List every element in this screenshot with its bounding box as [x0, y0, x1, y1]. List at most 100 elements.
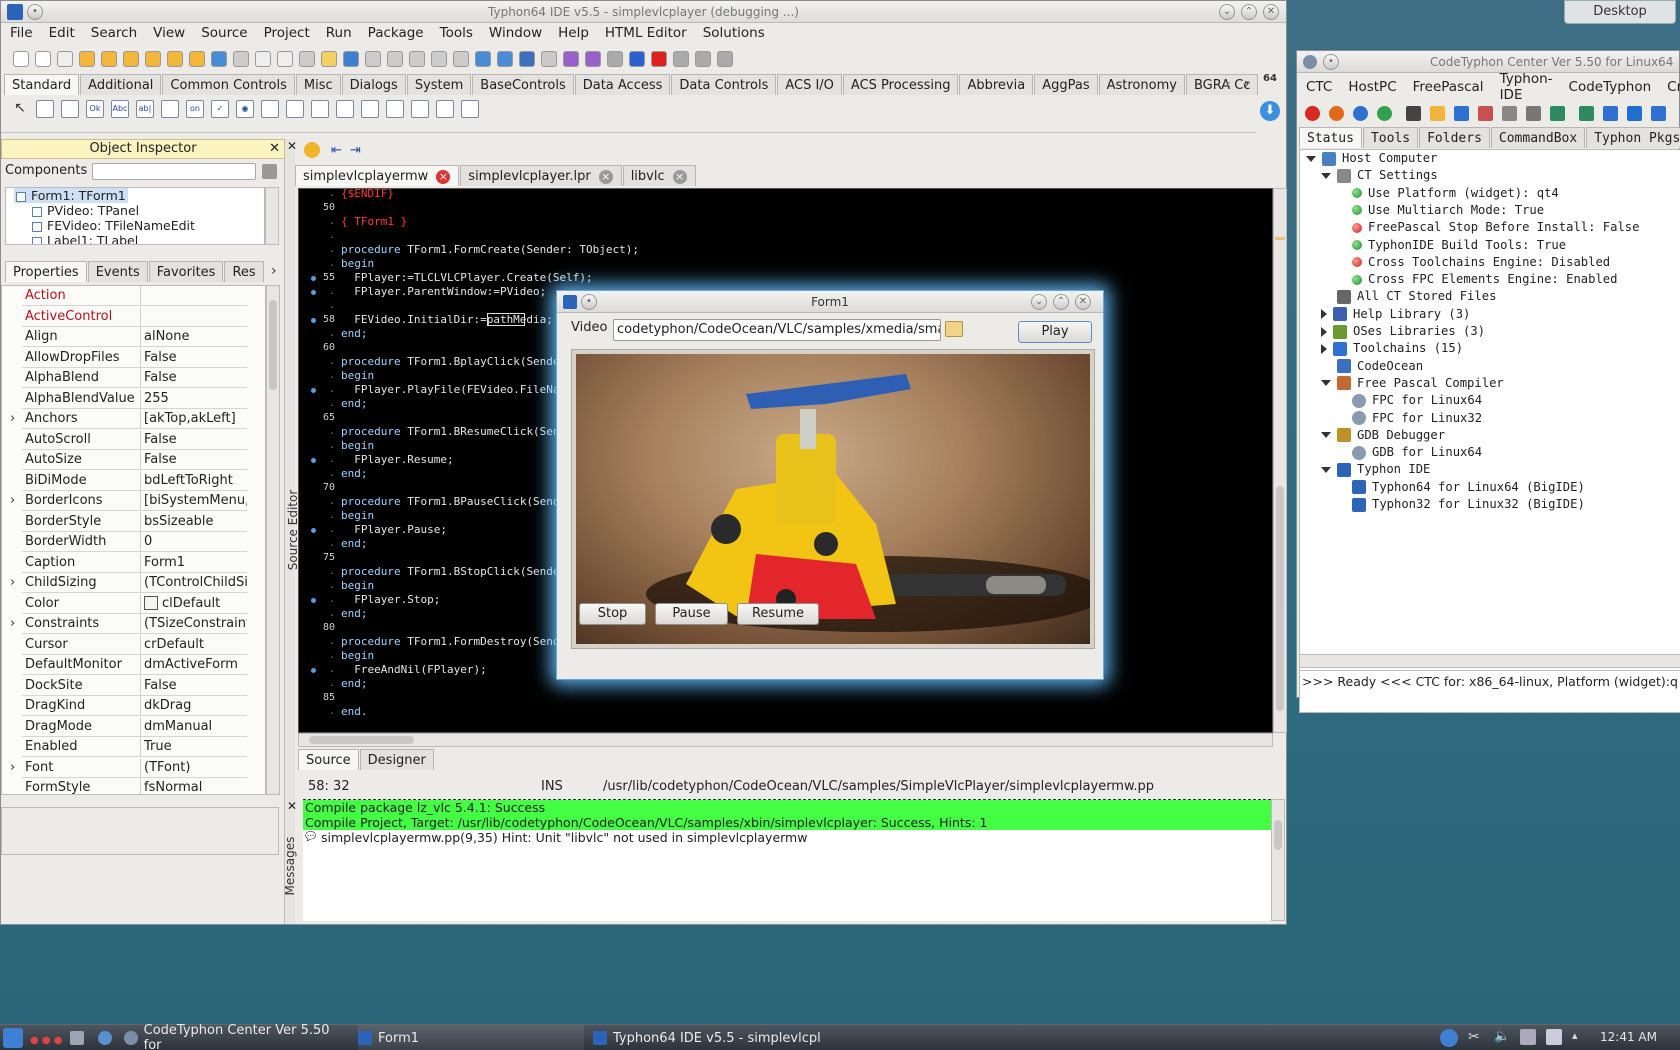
- palette-frame-icon[interactable]: [436, 100, 454, 118]
- property-value[interactable]: 255: [141, 389, 247, 408]
- toolbar-icon-31[interactable]: [673, 51, 689, 67]
- ctc-toolbar-icon-11[interactable]: [1550, 105, 1565, 121]
- toolbar-icon-15[interactable]: [321, 51, 337, 67]
- property-value[interactable]: dkDrag: [141, 696, 247, 715]
- ctc-toolbar-icon-13[interactable]: [1603, 105, 1618, 121]
- palette-tab-aggpas[interactable]: AggPas: [1034, 74, 1098, 95]
- palette-radiogroup-icon[interactable]: [361, 100, 379, 118]
- folder-browse-icon[interactable]: [945, 321, 963, 337]
- ide-maximize-button[interactable]: ⌃: [1241, 4, 1257, 20]
- property-value[interactable]: clDefault: [141, 594, 247, 613]
- property-row[interactable]: Action: [22, 286, 247, 307]
- task-form1[interactable]: Form1: [358, 1025, 584, 1050]
- toolbar-icon-8[interactable]: [167, 51, 183, 67]
- tray-tools-icon[interactable]: ✂: [1468, 1029, 1484, 1045]
- property-row[interactable]: Caption Form1: [22, 552, 247, 573]
- property-row[interactable]: Color clDefault: [22, 593, 247, 614]
- property-value[interactable]: dmManual: [141, 717, 247, 736]
- expand-down-icon[interactable]: [1321, 172, 1331, 179]
- ctc-tree-node[interactable]: GDB for Linux64: [1336, 444, 1482, 461]
- expand-right-icon[interactable]: [1321, 309, 1327, 320]
- palette-label-icon[interactable]: Abc: [111, 100, 129, 118]
- ide-close-button[interactable]: ✕: [1263, 4, 1279, 20]
- toolbar-icon-7[interactable]: [145, 51, 161, 67]
- property-row[interactable]: DragKind dkDrag: [22, 696, 247, 717]
- property-row[interactable]: › BorderIcons[biSystemMenu,bi: [10, 491, 247, 512]
- menu-window[interactable]: Window: [481, 25, 550, 41]
- ctc-tree-node[interactable]: CT Settings: [1321, 167, 1438, 184]
- palette-arrow-pointer-icon[interactable]: ↖: [11, 100, 29, 118]
- property-row[interactable]: Enabled True: [22, 737, 247, 758]
- toolbar-icon-28[interactable]: [607, 51, 623, 67]
- expand-right-icon[interactable]: [1321, 326, 1327, 337]
- ctc-menu-cr[interactable]: Cr: [1659, 79, 1680, 95]
- toolbar-icon-9[interactable]: [189, 51, 205, 67]
- palette-tab-astronomy[interactable]: Astronomy: [1098, 74, 1185, 95]
- property-row[interactable]: Align alNone: [22, 327, 247, 348]
- editor-forward-icon[interactable]: ⇥: [350, 143, 361, 158]
- ctc-toolbar-icon-15[interactable]: [1651, 105, 1666, 121]
- tray-network-icon[interactable]: [1520, 1029, 1536, 1045]
- oi-tree-item[interactable]: FEVideo: TFileNameEdit: [32, 218, 195, 233]
- property-row[interactable]: AutoSize False: [22, 450, 247, 471]
- property-value[interactable]: [141, 307, 247, 326]
- oi-tab-res[interactable]: Res: [224, 261, 264, 282]
- toolbar-icon-5[interactable]: [101, 51, 117, 67]
- filemanager-icon[interactable]: [70, 1031, 84, 1045]
- palette-checkbox-icon[interactable]: ✓: [211, 100, 229, 118]
- toolbar-icon-19[interactable]: [409, 51, 425, 67]
- task-ctc[interactable]: CodeTyphon Center Ver 5.50 for: [124, 1023, 346, 1050]
- property-expand-icon[interactable]: ›: [10, 409, 15, 429]
- toolbar-icon-25[interactable]: [541, 51, 557, 67]
- toolbar-icon-18[interactable]: [387, 51, 403, 67]
- oi-tree-scrollbar[interactable]: [265, 187, 279, 245]
- palette-checkgroup-icon[interactable]: [386, 100, 404, 118]
- palette-scroll-left-icon[interactable]: ‹: [1226, 77, 1231, 91]
- property-row[interactable]: BorderStyle bsSizeable: [22, 511, 247, 532]
- network-icon[interactable]: [98, 1031, 112, 1045]
- property-row[interactable]: › Constraints (TSizeConstraints: [10, 614, 247, 635]
- menu-solutions[interactable]: Solutions: [695, 25, 773, 41]
- ctc-tree-node[interactable]: Typhon32 for Linux32 (BigIDE): [1336, 496, 1585, 513]
- tab-close-icon[interactable]: ×: [598, 170, 613, 184]
- expand-down-icon[interactable]: [1321, 466, 1331, 473]
- messages-close-icon[interactable]: ✕: [287, 799, 297, 813]
- property-expand-icon[interactable]: ›: [10, 758, 15, 778]
- property-row[interactable]: BorderWidth 0: [22, 532, 247, 553]
- message-line[interactable]: 💬 simplevlcplayermw.pp(9,35) Hint: Unit "…: [303, 830, 1271, 845]
- menu-source[interactable]: Source: [193, 25, 255, 41]
- ctc-tree-node[interactable]: FreePascal Stop Before Install: False: [1336, 219, 1640, 236]
- messages-scrollbar[interactable]: [1271, 799, 1285, 921]
- toolbar-icon-1[interactable]: [13, 51, 29, 67]
- toolbar-icon-2[interactable]: [35, 51, 51, 67]
- property-expand-icon[interactable]: ›: [10, 573, 15, 593]
- ctc-toolbar-icon-14[interactable]: [1627, 105, 1642, 121]
- ctc-tree-node[interactable]: Use Platform (widget): qt4: [1336, 185, 1559, 202]
- oi-tab-favorites[interactable]: Favorites: [148, 261, 224, 282]
- palette-tab-dialogs[interactable]: Dialogs: [341, 74, 406, 95]
- message-line[interactable]: Compile Project, Target: /usr/lib/codety…: [303, 815, 1271, 830]
- toolbar-icon-11[interactable]: [233, 51, 249, 67]
- menu-edit[interactable]: Edit: [41, 25, 83, 41]
- oi-close-icon[interactable]: ✕: [269, 140, 280, 158]
- palette-panel-icon[interactable]: [411, 100, 429, 118]
- pause-button[interactable]: Pause: [655, 603, 728, 625]
- editor-hscrollbar[interactable]: [298, 733, 1273, 747]
- property-row[interactable]: AutoScroll False: [22, 429, 247, 450]
- property-row[interactable]: DragMode dmManual: [22, 716, 247, 737]
- toolbar-icon-33[interactable]: [717, 51, 733, 67]
- toolbar-icon-10[interactable]: [211, 51, 227, 67]
- form1-close-button[interactable]: ✕: [1075, 294, 1091, 310]
- property-row[interactable]: ActiveControl: [22, 306, 247, 327]
- toolbar-icon-27[interactable]: [585, 51, 601, 67]
- property-value[interactable]: [141, 286, 247, 305]
- property-row[interactable]: BiDiMode bdLeftToRight: [22, 470, 247, 491]
- ctc-menu-hostpc[interactable]: HostPC: [1340, 79, 1404, 95]
- toolbar-icon-21[interactable]: [453, 51, 469, 67]
- oi-tree-root[interactable]: Form1: TForm1: [14, 188, 128, 203]
- ctc-tree-node[interactable]: TyphonIDE Build Tools: True: [1336, 237, 1566, 254]
- menu-html-editor[interactable]: HTML Editor: [597, 25, 695, 41]
- ctc-menu-codetyphon[interactable]: CodeTyphon: [1561, 79, 1660, 95]
- property-value[interactable]: (TSizeConstraints: [141, 614, 247, 633]
- toolbar-icon-3[interactable]: [57, 51, 73, 67]
